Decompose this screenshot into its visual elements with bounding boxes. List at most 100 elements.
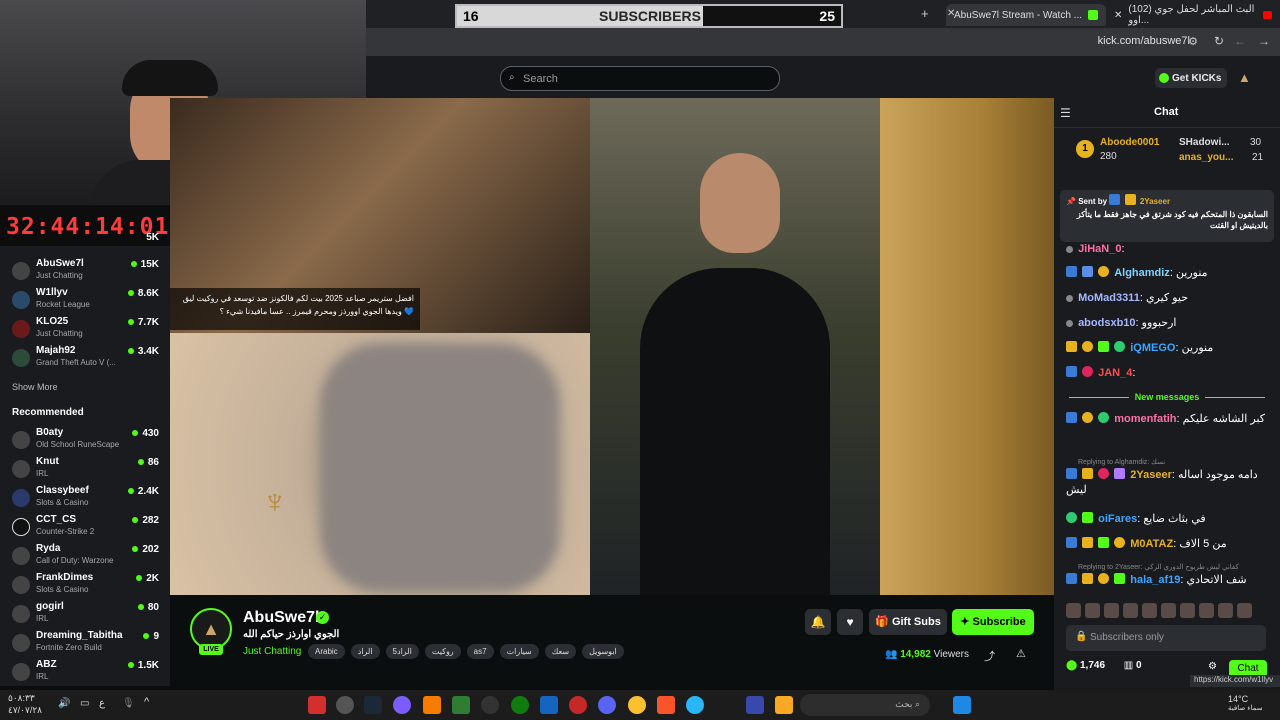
- sidebar-channel[interactable]: CCT_CS Counter-Strike 2 282: [0, 513, 170, 541]
- sidebar-channel[interactable]: Dreaming_Tabitha Fortnite Zero Build 9: [0, 629, 170, 657]
- predictions-icon[interactable]: ▥: [1124, 660, 1133, 671]
- chat-username[interactable]: oiFares: [1098, 513, 1137, 525]
- notification-bell-button[interactable]: 🔔: [805, 609, 831, 635]
- search-input[interactable]: ⌕ Search: [500, 66, 780, 91]
- chat-username[interactable]: 2Yaseer: [1130, 469, 1172, 481]
- sidebar-channel[interactable]: Classybeef Slots & Casino 2.4K: [0, 484, 170, 512]
- tune-icon[interactable]: ⚙: [1188, 35, 1198, 48]
- share-icon[interactable]: ⤴: [984, 648, 995, 664]
- xbox-icon[interactable]: [511, 696, 529, 714]
- sidebar-channel[interactable]: B0aty Old School RuneScape 430: [0, 426, 170, 454]
- avatar[interactable]: [1199, 603, 1214, 618]
- follow-button[interactable]: ♥: [837, 609, 863, 635]
- avatar[interactable]: [1123, 603, 1138, 618]
- sidebar-channel[interactable]: W1llyv Rocket League 8.6K: [0, 286, 170, 314]
- leader-name[interactable]: SHadowi...: [1179, 137, 1230, 148]
- tag[interactable]: as7: [466, 644, 494, 659]
- founder-badge-icon: [1098, 468, 1110, 479]
- netflix-icon[interactable]: [569, 696, 587, 714]
- leader-name[interactable]: Aboode0001: [1100, 137, 1159, 148]
- sidebar-channel[interactable]: ABZ IRL 1.5K: [0, 658, 170, 686]
- avatar[interactable]: [1066, 603, 1081, 618]
- network-icon[interactable]: ▭: [80, 698, 89, 709]
- discord-icon[interactable]: [598, 696, 616, 714]
- video-player[interactable]: ♆ افضل ستريمر صباعد 2025 بيت لكم فالكونز…: [170, 98, 1054, 595]
- close-icon[interactable]: ✕: [947, 8, 955, 19]
- pinned-message[interactable]: 📌 Sent by 2Yaseer السابقون ذا المتحكم في…: [1060, 190, 1274, 242]
- sidebar-channel[interactable]: gogirl IRL 80: [0, 600, 170, 628]
- subscribe-button[interactable]: ✦ Subscribe: [952, 609, 1034, 635]
- app-icon[interactable]: [540, 696, 558, 714]
- tag[interactable]: الراد5: [385, 644, 419, 659]
- gear-icon[interactable]: ⚙: [1208, 661, 1217, 672]
- steam-icon[interactable]: [364, 696, 382, 714]
- sidebar-channel[interactable]: AbuSwe7l Just Chatting 15K: [0, 257, 170, 285]
- chat-username[interactable]: iQMEGO: [1130, 342, 1175, 354]
- chat-username[interactable]: M0ATAZ: [1130, 538, 1173, 550]
- chat-input[interactable]: 🔒 Subscribers only: [1066, 625, 1266, 651]
- report-icon[interactable]: ⚠: [1016, 647, 1026, 660]
- tray-chevron-icon[interactable]: ^: [144, 696, 149, 708]
- app-icon[interactable]: [481, 696, 499, 714]
- avatar[interactable]: [1180, 603, 1195, 618]
- tag[interactable]: الراد: [350, 644, 380, 659]
- file-explorer-icon[interactable]: [775, 696, 793, 714]
- app-icon[interactable]: [452, 696, 470, 714]
- sidebar-channel[interactable]: Knut IRL 86: [0, 455, 170, 483]
- tag[interactable]: ابوسويل: [582, 644, 624, 659]
- sidebar-channel[interactable]: Ryda Call of Duty: Warzone 202: [0, 542, 170, 570]
- obs-icon[interactable]: [336, 696, 354, 714]
- new-tab-icon[interactable]: +: [921, 6, 929, 21]
- chat-username[interactable]: MoMad3311: [1078, 292, 1140, 304]
- avatar[interactable]: [1085, 603, 1100, 618]
- teams-icon[interactable]: [746, 696, 764, 714]
- app-icon[interactable]: [308, 696, 326, 714]
- sidebar-channel[interactable]: FrankDimes Slots & Casino 2K: [0, 571, 170, 599]
- streamer-name[interactable]: AbuSwe7l: [243, 609, 319, 627]
- show-more-link[interactable]: Show More: [12, 382, 58, 392]
- tag[interactable]: سعك: [544, 644, 577, 659]
- taskbar-search[interactable]: بحث ⌕: [800, 694, 930, 716]
- chat-username[interactable]: momenfatih: [1114, 413, 1176, 425]
- telegram-icon[interactable]: [686, 696, 704, 714]
- tag[interactable]: سيارات: [499, 644, 539, 659]
- get-kicks-button[interactable]: Get KICKs: [1155, 68, 1227, 88]
- avatar[interactable]: [1237, 603, 1252, 618]
- chat-username[interactable]: hala_af19: [1130, 574, 1180, 586]
- brave-icon[interactable]: [657, 696, 675, 714]
- chat-username[interactable]: Alghamdiz: [1114, 267, 1170, 279]
- app-icon[interactable]: [423, 696, 441, 714]
- avatar[interactable]: [1161, 603, 1176, 618]
- avatar[interactable]: [1142, 603, 1157, 618]
- sidebar-channel[interactable]: KLO25 Just Chatting 7.7K: [0, 315, 170, 343]
- forward-icon[interactable]: →: [1258, 34, 1270, 48]
- leader-name[interactable]: anas_you...: [1179, 152, 1233, 163]
- collapse-chat-icon[interactable]: ☰: [1060, 106, 1071, 120]
- back-icon[interactable]: ←: [1234, 34, 1246, 48]
- gift-subs-button[interactable]: 🎁 Gift Subs: [869, 609, 947, 635]
- microphone-icon[interactable]: 🎙: [122, 698, 135, 709]
- speaker-icon[interactable]: 🔊: [58, 698, 70, 709]
- close-icon[interactable]: ✕: [1114, 10, 1122, 21]
- chrome-icon[interactable]: [628, 696, 646, 714]
- weather-widget[interactable]: 14°C سماء صافية: [1228, 694, 1263, 712]
- windows-start-icon[interactable]: [953, 696, 971, 714]
- tag[interactable]: روكيت: [424, 644, 461, 659]
- chat-username[interactable]: JAN_4: [1098, 367, 1132, 379]
- avatar[interactable]: [1218, 603, 1233, 618]
- user-avatar[interactable]: ▲: [1238, 70, 1251, 85]
- sidebar-channel[interactable]: Majah92 Grand Theft Auto V (... 3.4K: [0, 344, 170, 372]
- stream-category[interactable]: Just Chatting: [243, 646, 301, 657]
- reload-icon[interactable]: ↻: [1214, 34, 1224, 48]
- language-icon[interactable]: ع: [99, 698, 105, 709]
- tag[interactable]: Arabic: [308, 644, 345, 659]
- chat-username[interactable]: abodsxb10: [1078, 317, 1135, 329]
- address-bar[interactable]: kick.com/abuswe7l ⚙ ↻ ← →: [366, 28, 1280, 56]
- tab-youtube[interactable]: ✕ (102) البث المباشر لحفل جوي اوو...: [1106, 4, 1280, 26]
- avatar[interactable]: [1104, 603, 1119, 618]
- channel-points[interactable]: 1,746: [1080, 660, 1105, 671]
- tab-kick[interactable]: AbuSwe7l Stream - Watch ...: [946, 4, 1107, 26]
- chat-username[interactable]: JiHaN_0: [1078, 243, 1121, 255]
- taskbar-clock[interactable]: ٥٠٨:٣٣ ٤٧/٠٧/٢٨: [8, 692, 42, 716]
- app-icon[interactable]: [393, 696, 411, 714]
